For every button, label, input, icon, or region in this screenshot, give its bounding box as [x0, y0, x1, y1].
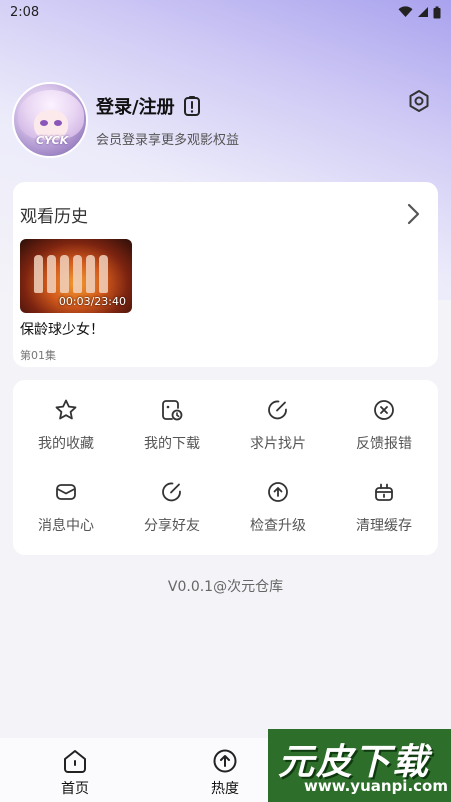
- hot-icon: [213, 749, 237, 773]
- profile-subtitle: 会员登录享更多观影权益: [96, 132, 240, 148]
- watch-history-title: 观看历史: [20, 207, 88, 227]
- share-button[interactable]: 分享好友: [119, 480, 225, 535]
- avatar-tag: CYCK: [36, 134, 69, 147]
- profile-section[interactable]: CYCK 登录/注册 会员登录享更多观影权益: [12, 82, 239, 158]
- status-time: 2:08: [10, 4, 40, 20]
- menu-label: 消息中心: [38, 518, 94, 534]
- menu-label: 反馈报错: [356, 436, 412, 452]
- home-icon: [64, 750, 86, 773]
- favorites-button[interactable]: 我的收藏: [13, 398, 119, 453]
- watch-history-card: 观看历史 00:03/23:40 保龄球少女！ 第01集: [13, 182, 438, 367]
- chevron-right-icon[interactable]: [405, 203, 421, 225]
- mail-icon: [56, 484, 76, 500]
- menu-label: 检查升级: [250, 518, 306, 534]
- video-thumbnail[interactable]: 00:03/23:40: [20, 239, 132, 313]
- settings-icon[interactable]: [407, 89, 431, 113]
- watermark-url: www.yuanpi.com: [304, 777, 448, 795]
- downloads-button[interactable]: 我的下载: [119, 398, 225, 453]
- share-edit-icon: [162, 482, 181, 502]
- menu-label: 求片找片: [250, 436, 306, 452]
- nav-home[interactable]: 首页: [0, 738, 150, 802]
- watch-progress: 00:03/23:40: [58, 295, 126, 308]
- feedback-button[interactable]: 反馈报错: [331, 398, 437, 453]
- star-icon: [55, 399, 77, 420]
- check-update-button[interactable]: 检查升级: [225, 480, 331, 535]
- avatar[interactable]: CYCK: [12, 82, 88, 158]
- request-video-button[interactable]: 求片找片: [225, 398, 331, 453]
- status-bar: 2:08: [0, 0, 451, 24]
- menu-label: 我的下载: [144, 436, 200, 452]
- status-icons: [398, 6, 441, 19]
- menu-label: 我的收藏: [38, 436, 94, 452]
- history-item[interactable]: 00:03/23:40 保龄球少女！ 第01集: [20, 239, 132, 363]
- version-text: V0.0.1@次元仓库: [167, 579, 284, 595]
- login-register-link[interactable]: 登录/注册: [96, 93, 175, 119]
- close-circle-icon: [374, 400, 394, 420]
- function-menu-card: 我的收藏 我的下载 求片找片 反馈报错 消息中心 分享好友 检查升级 清理缓存: [13, 380, 438, 555]
- history-item-title: 保龄球少女！: [20, 322, 104, 338]
- upgrade-icon: [268, 482, 288, 502]
- menu-label: 分享好友: [144, 518, 200, 534]
- nav-label: 热度: [211, 781, 239, 797]
- download-clock-icon: [162, 400, 183, 421]
- menu-label: 清理缓存: [356, 518, 412, 534]
- battery-icon: [433, 6, 441, 18]
- signal-icon: [418, 7, 428, 17]
- history-item-episode: 第01集: [20, 349, 56, 362]
- nav-label: 首页: [61, 781, 89, 797]
- member-badge-icon: [183, 95, 200, 116]
- message-center-button[interactable]: 消息中心: [13, 480, 119, 535]
- edit-circle-icon: [268, 400, 287, 420]
- clear-cache-icon: [375, 483, 393, 501]
- clear-cache-button[interactable]: 清理缓存: [331, 480, 437, 535]
- watermark: 元皮下载 www.yuanpi.com: [268, 729, 451, 802]
- wifi-icon: [398, 6, 413, 17]
